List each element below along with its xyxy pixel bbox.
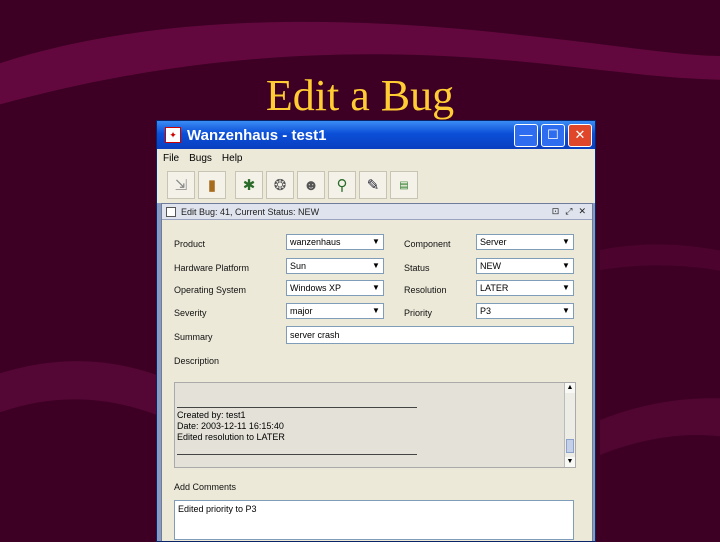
report-icon: ▤ bbox=[399, 179, 409, 191]
chevron-down-icon: ▼ bbox=[562, 261, 570, 270]
app-window: ✦ Wanzenhaus - test1 — ☐ ✕ File Bugs Hel… bbox=[156, 120, 596, 542]
status-select[interactable]: NEW ▼ bbox=[476, 258, 574, 274]
add-comments-textarea[interactable]: Edited priority to P3 bbox=[174, 500, 574, 540]
close-button[interactable]: ✕ bbox=[568, 123, 592, 147]
scroll-down-icon[interactable]: ▼ bbox=[565, 457, 575, 467]
report-button[interactable]: ▤ bbox=[390, 171, 418, 199]
chevron-down-icon: ▼ bbox=[372, 261, 380, 270]
slide-title: Edit a Bug bbox=[265, 71, 455, 120]
new-bug-button[interactable]: ✱ bbox=[235, 171, 263, 199]
resolution-label: Resolution bbox=[404, 285, 447, 295]
search-bugs-button[interactable]: ⚲ bbox=[328, 171, 356, 199]
severity-value: major bbox=[290, 306, 313, 316]
priority-label: Priority bbox=[404, 308, 433, 318]
window-title: Wanzenhaus - test1 bbox=[187, 126, 327, 144]
description-textarea[interactable]: Created by: test1 Date: 2003-12-11 16:15… bbox=[174, 382, 576, 468]
operating-system-label: Operating System bbox=[174, 285, 247, 295]
chevron-down-icon: ▼ bbox=[562, 306, 570, 315]
product-label: Product bbox=[174, 239, 206, 249]
menu-help[interactable]: Help bbox=[222, 153, 243, 164]
bug-group-icon: ☻ bbox=[303, 176, 319, 194]
login-button[interactable]: ⇲ bbox=[167, 171, 195, 199]
maximize-button[interactable]: ☐ bbox=[541, 123, 565, 147]
chevron-down-icon: ▼ bbox=[372, 237, 380, 246]
product-value: wanzenhaus bbox=[290, 237, 341, 247]
add-comments-label: Add Comments bbox=[174, 482, 237, 492]
description-line-1: Created by: test1 bbox=[177, 410, 246, 420]
view-bugs-button[interactable]: ❂ bbox=[266, 171, 294, 199]
frame-icon bbox=[166, 206, 176, 217]
severity-label: Severity bbox=[174, 308, 207, 318]
hardware-platform-label: Hardware Platform bbox=[174, 263, 250, 273]
product-select[interactable]: wanzenhaus ▼ bbox=[286, 234, 384, 250]
separator bbox=[177, 407, 417, 408]
description-scrollbar[interactable]: ▲ ▼ bbox=[564, 383, 575, 467]
menu-bugs[interactable]: Bugs bbox=[189, 153, 212, 164]
hardware-platform-select[interactable]: Sun ▼ bbox=[286, 258, 384, 274]
status-value: NEW bbox=[480, 261, 501, 271]
edit-bug-frame: Edit Bug: 41, Current Status: NEW ⊡ ⤢ ✕ … bbox=[161, 203, 593, 541]
toolbar: ⇲ ▮ ✱ ❂ ☻ ⚲ ✎ ▤ bbox=[157, 167, 595, 204]
resolution-value: LATER bbox=[480, 283, 509, 293]
summary-input[interactable]: server crash bbox=[286, 326, 574, 344]
frame-maximize-icon[interactable]: ⤢ bbox=[565, 206, 572, 217]
hardware-platform-value: Sun bbox=[290, 261, 307, 271]
component-value: Server bbox=[480, 237, 507, 247]
priority-value: P3 bbox=[480, 306, 492, 316]
chevron-down-icon: ▼ bbox=[562, 283, 570, 292]
component-select[interactable]: Server ▼ bbox=[476, 234, 574, 250]
chevron-down-icon: ▼ bbox=[562, 237, 570, 246]
edit-bug-button[interactable]: ✎ bbox=[359, 171, 387, 199]
window-titlebar[interactable]: ✦ Wanzenhaus - test1 — ☐ ✕ bbox=[157, 121, 595, 149]
scroll-up-icon[interactable]: ▲ bbox=[565, 383, 575, 393]
description-line-2: Date: 2003-12-11 16:15:40 bbox=[177, 421, 284, 431]
separator bbox=[177, 454, 417, 455]
severity-select[interactable]: major ▼ bbox=[286, 303, 384, 319]
chevron-down-icon: ▼ bbox=[372, 283, 380, 292]
menu-file[interactable]: File bbox=[163, 153, 179, 164]
minimize-button[interactable]: — bbox=[514, 123, 538, 147]
edit-bug-frame-titlebar[interactable]: Edit Bug: 41, Current Status: NEW ⊡ ⤢ ✕ bbox=[162, 204, 592, 220]
operating-system-value: Windows XP bbox=[290, 283, 342, 293]
resolution-select[interactable]: LATER ▼ bbox=[476, 280, 574, 296]
edit-bug-frame-title: Edit Bug: 41, Current Status: NEW bbox=[181, 206, 320, 217]
status-label: Status bbox=[404, 263, 430, 273]
bug-list-button[interactable]: ☻ bbox=[297, 171, 325, 199]
edit-icon: ✎ bbox=[366, 177, 380, 194]
component-label: Component bbox=[404, 239, 451, 249]
logout-door-icon: ▮ bbox=[207, 177, 217, 194]
operating-system-select[interactable]: Windows XP ▼ bbox=[286, 280, 384, 296]
login-door-icon: ⇲ bbox=[174, 177, 188, 194]
app-icon: ✦ bbox=[165, 127, 181, 143]
menu-bar: File Bugs Help bbox=[157, 149, 595, 167]
bug-icon: ✱ bbox=[242, 177, 256, 194]
description-line-3: Edited resolution to LATER bbox=[177, 432, 285, 442]
chevron-down-icon: ▼ bbox=[372, 306, 380, 315]
scroll-thumb[interactable] bbox=[566, 439, 574, 453]
magnifier-icon: ⚲ bbox=[336, 177, 348, 194]
frame-minimize-icon[interactable]: ⊡ bbox=[552, 206, 560, 217]
description-label: Description bbox=[174, 356, 220, 366]
bugs-icon: ❂ bbox=[273, 177, 287, 194]
logout-button[interactable]: ▮ bbox=[198, 171, 226, 199]
priority-select[interactable]: P3 ▼ bbox=[476, 303, 574, 319]
summary-label: Summary bbox=[174, 332, 213, 342]
desktop-pane: Edit Bug: 41, Current Status: NEW ⊡ ⤢ ✕ … bbox=[157, 203, 595, 541]
frame-close-icon[interactable]: ✕ bbox=[578, 206, 586, 217]
